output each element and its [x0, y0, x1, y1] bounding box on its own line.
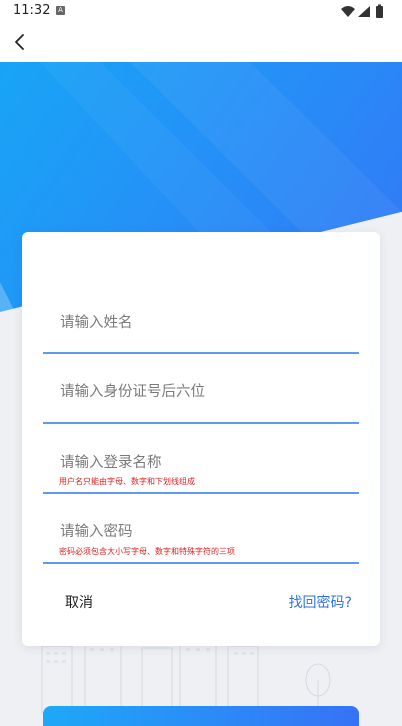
username-field-underline — [43, 492, 359, 494]
city-illustration — [41, 640, 331, 714]
password-field[interactable]: 请输入密码 密码必须包含大小写字母、数字和特殊字符的三项 — [43, 502, 359, 565]
name-field[interactable]: 请输入姓名 — [43, 292, 359, 355]
app-bar — [0, 24, 402, 62]
name-input-placeholder: 请输入姓名 — [60, 315, 133, 331]
status-bar: 11:32 A — [0, 0, 402, 24]
password-field-underline — [43, 562, 359, 564]
username-hint: 用户名只能由字母、数字和下划线组成 — [59, 477, 195, 486]
wifi-icon — [341, 6, 355, 17]
name-field-underline — [43, 352, 359, 354]
id-number-input-placeholder: 请输入身份证号后六位 — [60, 384, 205, 400]
id-number-field-underline — [43, 422, 359, 424]
username-field[interactable]: 请输入登录名称 用户名只能由字母、数字和下划线组成 — [43, 432, 359, 495]
back-arrow-icon[interactable] — [8, 30, 32, 54]
notification-icon: A — [56, 6, 65, 15]
status-icons — [341, 4, 383, 18]
id-number-field[interactable]: 请输入身份证号后六位 — [43, 362, 359, 425]
status-time: 11:32 — [13, 3, 51, 18]
password-hint: 密码必须包含大小写字母、数字和特殊字符的三项 — [59, 547, 235, 556]
form-card: 请输入姓名 请输入身份证号后六位 请输入登录名称 用户名只能由字母、数字和下划线… — [22, 232, 380, 646]
signal-icon — [358, 6, 370, 17]
submit-button[interactable] — [43, 706, 359, 726]
battery-icon — [376, 6, 383, 18]
cancel-button[interactable]: 取消 — [65, 592, 93, 612]
forgot-password-link[interactable]: 找回密码? — [289, 592, 352, 612]
username-input-placeholder: 请输入登录名称 — [60, 455, 162, 471]
password-input-placeholder: 请输入密码 — [60, 524, 133, 540]
